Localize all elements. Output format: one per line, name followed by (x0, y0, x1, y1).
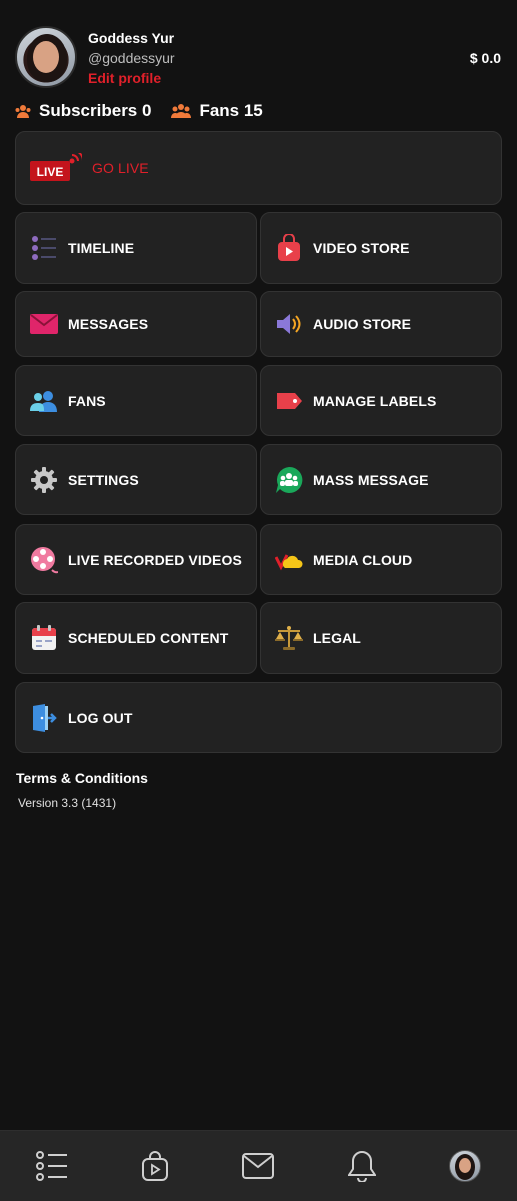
mass-message-label: MASS MESSAGE (313, 471, 429, 488)
mail-icon (242, 1153, 275, 1179)
media-cloud-label: MEDIA CLOUD (313, 551, 413, 568)
timeline-icon (30, 234, 58, 262)
terms-and-conditions-link[interactable]: Terms & Conditions (16, 770, 148, 786)
video-store-button[interactable]: VIDEO STORE (260, 212, 502, 284)
profile-header: Goddess Yur @goddessyur Edit profile $ 0… (0, 0, 517, 100)
media-cloud-button[interactable]: MEDIA CLOUD (260, 524, 502, 595)
settings-button[interactable]: SETTINGS (15, 444, 257, 515)
fans-group-icon (30, 387, 58, 415)
fans-icon (171, 104, 192, 118)
gear-icon (30, 466, 58, 494)
logout-door-icon (30, 703, 58, 732)
media-cloud-icon (275, 546, 303, 574)
log-out-button[interactable]: LOG OUT (15, 682, 502, 753)
messages-icon (30, 310, 58, 338)
mass-message-icon (275, 466, 303, 494)
go-live-label: GO LIVE (92, 160, 149, 176)
profile-name: Goddess Yur (88, 30, 175, 46)
live-broadcast-icon: LIVE (30, 153, 82, 182)
subscribers-stat[interactable]: Subscribers 0 (15, 101, 151, 121)
messages-button[interactable]: MESSAGES (15, 291, 257, 357)
profile-handle: @goddessyur (88, 50, 175, 66)
fans-label: Fans 15 (199, 101, 263, 120)
audio-store-label: AUDIO STORE (313, 316, 412, 332)
bell-icon (347, 1150, 376, 1182)
log-out-label: LOG OUT (68, 709, 133, 726)
profile-avatar[interactable] (15, 26, 77, 88)
video-store-label: VIDEO STORE (313, 240, 410, 256)
app-version: Version 3.3 (1431) (18, 796, 117, 810)
subscribers-icon (15, 105, 31, 118)
audio-store-button[interactable]: AUDIO STORE (260, 291, 502, 357)
label-tag-icon (275, 387, 303, 415)
fans-button[interactable]: FANS (15, 365, 257, 436)
scales-icon (275, 624, 303, 652)
live-badge-text: LIVE (37, 165, 64, 179)
nav-timeline[interactable] (28, 1142, 76, 1190)
video-store-icon (275, 234, 303, 262)
balance: $ 0.0 (469, 50, 501, 66)
fans-menu-label: FANS (68, 392, 106, 409)
go-live-button[interactable]: LIVE GO LIVE (15, 131, 502, 205)
manage-labels-button[interactable]: MANAGE LABELS (260, 365, 502, 436)
live-recorded-videos-button[interactable]: LIVE RECORDED VIDEOS (15, 524, 257, 595)
calendar-icon (30, 624, 58, 652)
scheduled-content-label: SCHEDULED CONTENT (68, 630, 229, 646)
legal-button[interactable]: LEGAL (260, 602, 502, 674)
fans-stat[interactable]: Fans 15 (171, 101, 263, 121)
stats-row: Subscribers 0 Fans 15 (15, 100, 283, 122)
settings-label: SETTINGS (68, 471, 139, 488)
nav-profile[interactable] (441, 1142, 489, 1190)
nav-video-store[interactable] (131, 1142, 179, 1190)
film-reel-icon (30, 546, 58, 574)
edit-profile-link[interactable]: Edit profile (88, 70, 161, 86)
timeline-label: TIMELINE (68, 240, 135, 256)
nav-messages[interactable] (234, 1142, 282, 1190)
subscribers-label: Subscribers 0 (39, 101, 152, 120)
list-icon (35, 1151, 67, 1181)
scheduled-content-button[interactable]: SCHEDULED CONTENT (15, 602, 257, 674)
speaker-icon (275, 310, 303, 338)
nav-notifications[interactable] (338, 1142, 386, 1190)
mass-message-button[interactable]: MASS MESSAGE (260, 444, 502, 515)
manage-labels-label: MANAGE LABELS (313, 392, 437, 409)
live-recorded-videos-label: LIVE RECORDED VIDEOS (68, 551, 242, 568)
legal-label: LEGAL (313, 630, 361, 646)
bottom-navigation (0, 1130, 517, 1201)
profile-avatar-small (449, 1150, 482, 1182)
messages-label: MESSAGES (68, 316, 149, 332)
video-bag-icon (142, 1151, 169, 1181)
timeline-button[interactable]: TIMELINE (15, 212, 257, 284)
